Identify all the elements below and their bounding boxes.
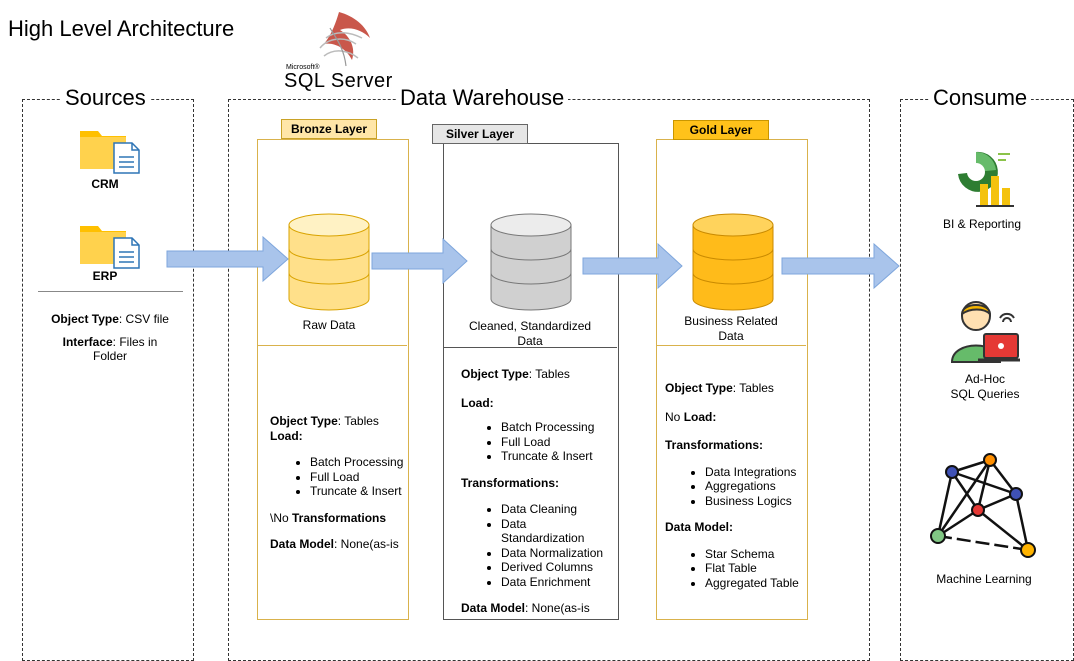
- gold-db-label-line-1: Business Related: [684, 314, 778, 328]
- gold-model-item: Aggregated Table: [705, 576, 805, 591]
- bronze-load-key: Load:: [270, 428, 303, 443]
- gold-db-label: Business Related Data: [671, 314, 791, 344]
- silver-info: Object Type: Tables Load: Batch Processi…: [461, 367, 613, 616]
- warehouse-title: Data Warehouse: [396, 86, 569, 110]
- sources-object-type-key: Object Type: [51, 312, 119, 326]
- analyst-laptop-icon: [950, 301, 1020, 363]
- sources-interface-value: : Files in: [112, 334, 158, 349]
- silver-database-icon: [490, 213, 572, 311]
- sources-object-type-value: : CSV file: [118, 312, 169, 326]
- sources-title: Sources: [61, 86, 150, 110]
- gold-object-type-value: : Tables: [732, 381, 774, 395]
- sql-server-logo: Microsoft® SQL Server: [284, 8, 392, 92]
- gold-transform-item: Data Integrations: [705, 465, 805, 480]
- bronze-db-label: Raw Data: [302, 318, 356, 332]
- crm-folder-icon: [80, 131, 140, 174]
- consume-adhoc-label-line-1: Ad-Hoc: [964, 372, 1005, 386]
- flow-arrow-sources-to-bronze: [166, 235, 289, 283]
- silver-transform-item: Data Standardization: [501, 517, 591, 546]
- silver-load-item: Batch Processing: [501, 420, 613, 435]
- silver-layer-tag: Silver Layer: [432, 124, 528, 144]
- bronze-load-item: Batch Processing: [310, 455, 405, 470]
- gold-model-key: Data Model:: [665, 520, 734, 534]
- silver-transform-item: Data Enrichment: [501, 575, 613, 590]
- gold-load-key: Load:: [683, 409, 717, 424]
- gold-layer-tag: Gold Layer: [673, 120, 769, 140]
- silver-load-item: Truncate & Insert: [501, 449, 613, 464]
- erp-folder-icon: [80, 226, 140, 269]
- silver-transform-item: Derived Columns: [501, 560, 613, 575]
- consume-bi-label: BI & Reporting: [942, 217, 1022, 231]
- silver-transform-item: Data Cleaning: [501, 502, 613, 517]
- bronze-object-type-key: Object Type: [270, 414, 338, 428]
- flow-arrow-bronze-to-silver: [371, 237, 468, 285]
- bronze-divider: [258, 345, 407, 346]
- consume-adhoc-label-line-2: SQL Queries: [950, 387, 1020, 401]
- sources-interface-value-2: Folder: [92, 349, 127, 363]
- silver-transform-key: Transformations:: [461, 475, 560, 490]
- silver-load-item: Full Load: [501, 435, 613, 450]
- gold-info: Object Type: Tables No Load: Transformat…: [665, 381, 805, 598]
- gold-divider: [657, 345, 806, 346]
- network-graph-icon: [930, 453, 1036, 558]
- silver-model-value: : None(as-is: [525, 601, 590, 615]
- consume-title: Consume: [929, 86, 1032, 110]
- bronze-model-value: : None(as-is: [334, 537, 399, 551]
- bronze-transform-key: Transformations: [292, 510, 387, 525]
- bronze-layer-tag: Bronze Layer: [281, 119, 377, 139]
- gold-db-label-line-2: Data: [718, 329, 744, 343]
- page-title: High Level Architecture: [8, 16, 235, 41]
- gold-transform-key: Transformations:: [665, 438, 764, 452]
- gold-transform-item: Aggregations: [705, 479, 805, 494]
- gold-transform-item: Business Logics: [705, 494, 805, 509]
- bi-chart-icon: [958, 151, 1014, 207]
- silver-object-type-key: Object Type: [461, 367, 529, 381]
- gold-model-item: Flat Table: [705, 561, 805, 576]
- sql-server-product: SQL Server: [284, 70, 393, 92]
- bronze-model-key: Data Model: [270, 537, 335, 551]
- sources-info: Object Type: CSV file Interface: Files i…: [40, 312, 180, 364]
- silver-load-key: Load:: [461, 395, 494, 410]
- bronze-database-icon: [288, 213, 370, 311]
- consume-ml-label: Machine Learning: [936, 572, 1032, 586]
- gold-model-item: Star Schema: [705, 547, 805, 562]
- bronze-load-item: Truncate & Insert: [310, 484, 405, 499]
- bronze-info: Object Type: Tables Load: Batch Processi…: [270, 414, 405, 552]
- flow-arrow-gold-to-consume: [781, 242, 900, 290]
- gold-load-prefix: No: [665, 409, 684, 424]
- bronze-object-type-value: : Tables: [337, 414, 379, 428]
- bronze-transform-prefix: \No: [270, 510, 293, 525]
- sources-interface-key: Interface: [62, 334, 113, 349]
- gold-object-type-key: Object Type: [665, 381, 733, 395]
- flow-arrow-silver-to-gold: [582, 242, 683, 290]
- silver-transform-item: Data Normalization: [501, 546, 613, 561]
- gold-database-icon: [692, 213, 774, 311]
- source-crm-label: CRM: [91, 177, 119, 191]
- sources-divider: [38, 291, 183, 292]
- silver-db-label: Cleaned, Standardized Data: [453, 319, 607, 349]
- bronze-load-item: Full Load: [310, 470, 405, 485]
- silver-model-key: Data Model: [461, 601, 526, 615]
- silver-object-type-value: : Tables: [528, 367, 570, 381]
- source-erp-label: ERP: [92, 269, 118, 283]
- silver-db-label-line-2: Data: [517, 334, 543, 348]
- silver-db-label-line-1: Cleaned, Standardized: [468, 319, 592, 333]
- consume-adhoc-label: Ad-Hoc SQL Queries: [930, 372, 1040, 402]
